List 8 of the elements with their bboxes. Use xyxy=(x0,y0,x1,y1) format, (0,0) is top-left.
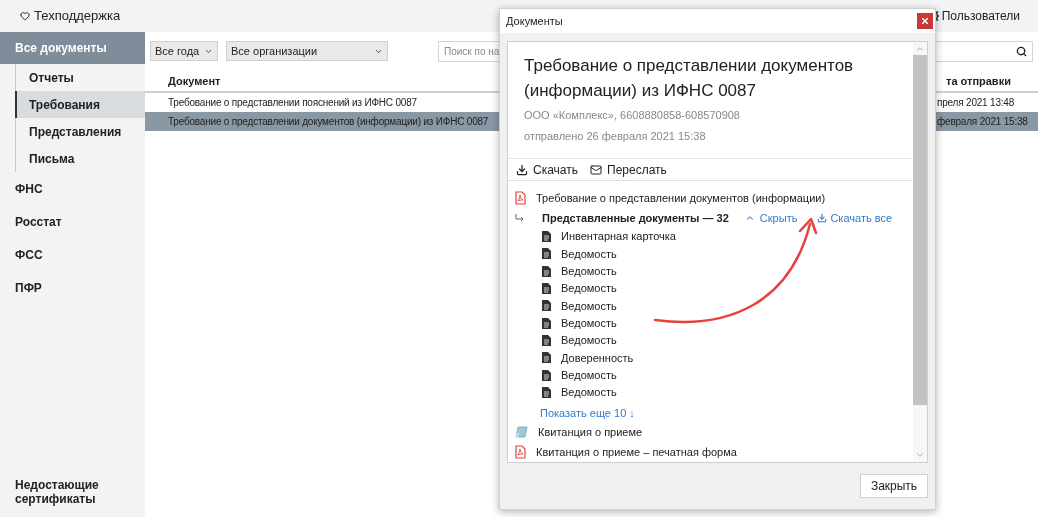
table-cell-text: Требование о представлении документов (информации) из ИФНС 0087 xyxy=(168,115,489,129)
table-cell-text: преля 2021 13:48 xyxy=(937,96,1015,110)
group-title: Представленные документы — 32 xyxy=(542,210,729,226)
table-cell-text: Требование о представлении пояснений из ИФНС 0087 xyxy=(168,96,417,110)
table-cell-text: февраля 2021 15:38 xyxy=(937,115,1028,129)
sent-date-text: отправлено 26 февраля 2021 15:38 xyxy=(524,128,707,144)
dialog-title: Документы xyxy=(506,13,563,29)
column-header: та отправки xyxy=(945,73,1012,89)
